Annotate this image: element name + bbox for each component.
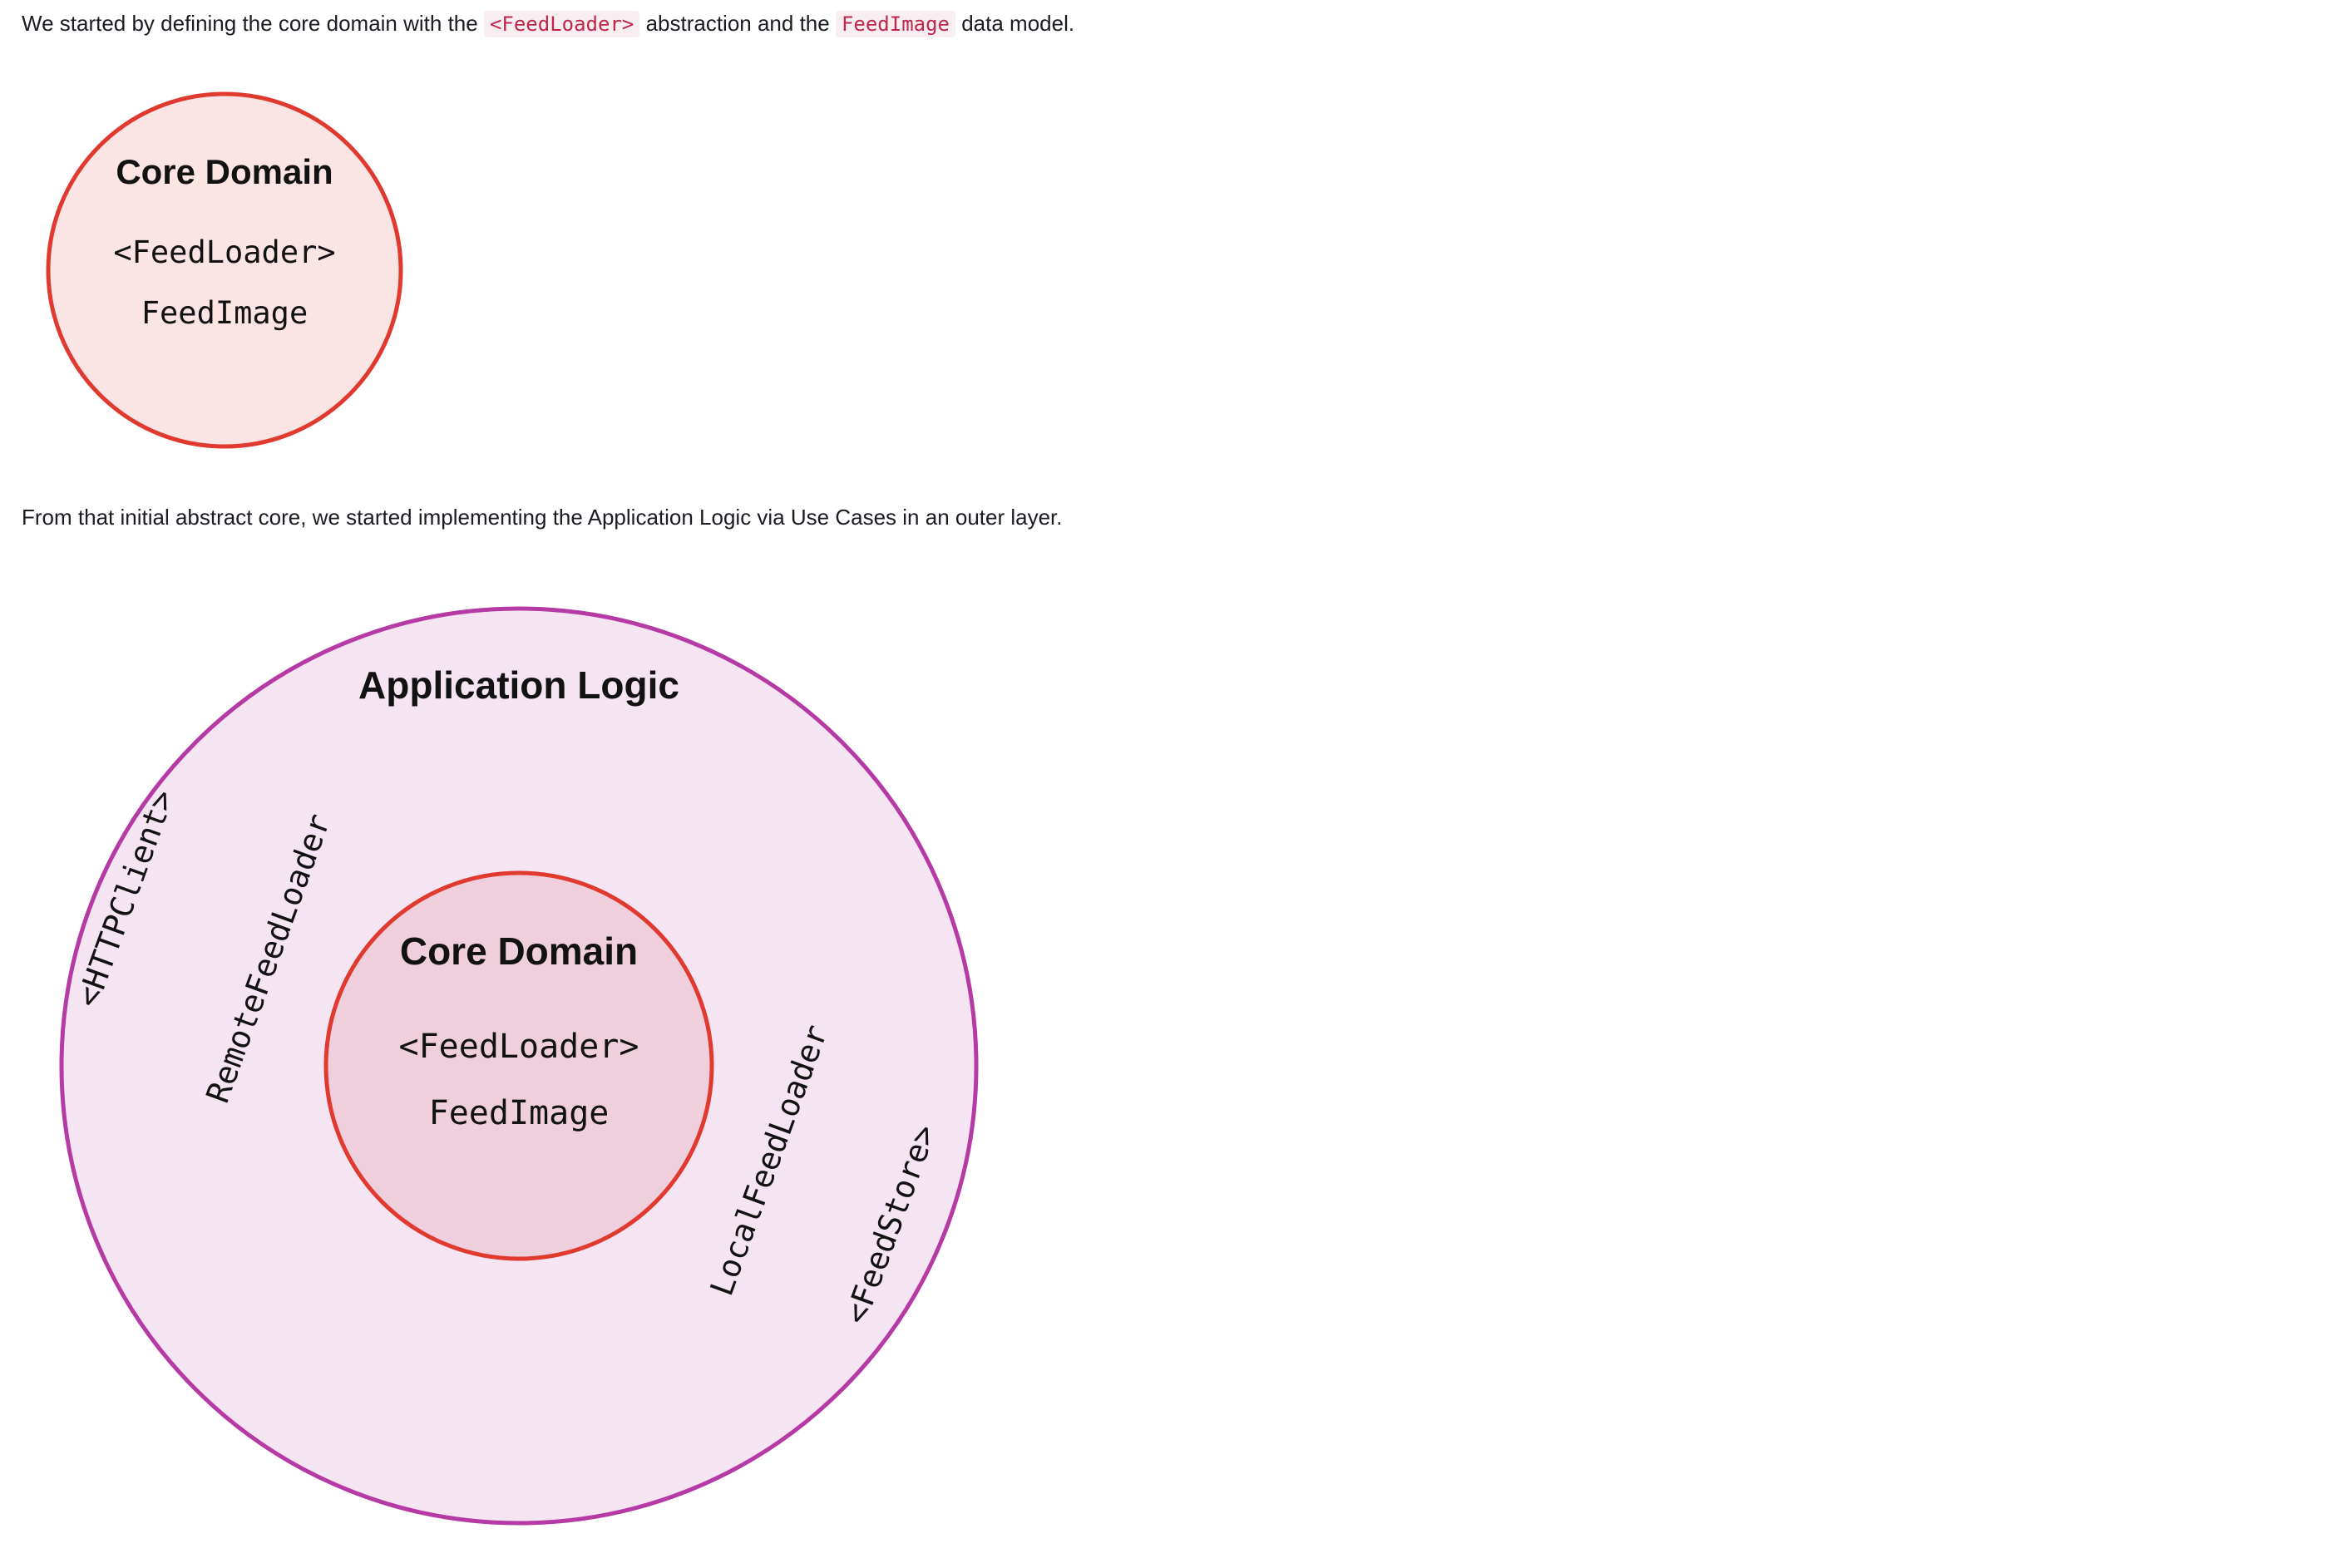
intro-text-after: data model. [955, 11, 1075, 36]
code-feedimage: FeedImage [835, 11, 955, 37]
core-domain-item: FeedImage [429, 1094, 610, 1132]
application-logic-diagram: Application Logic Core Domain <FeedLoade… [59, 606, 979, 1526]
core-domain-item: <FeedLoader> [399, 1028, 639, 1066]
core-domain-item: FeedImage [141, 295, 308, 331]
core-domain-item: <FeedLoader> [113, 234, 335, 270]
core-domain-title: Core Domain [116, 152, 333, 191]
core-domain-title: Core Domain [400, 929, 638, 973]
code-feedloader: <FeedLoader> [483, 11, 640, 37]
intro-text-middle: abstraction and the [639, 11, 836, 36]
core-domain-diagram: Core Domain <FeedLoader> FeedImage [46, 91, 403, 449]
application-logic-title: Application Logic [358, 663, 679, 707]
core-domain-circle [46, 91, 403, 449]
application-logic-paragraph: From that initial abstract core, we star… [22, 505, 1063, 530]
